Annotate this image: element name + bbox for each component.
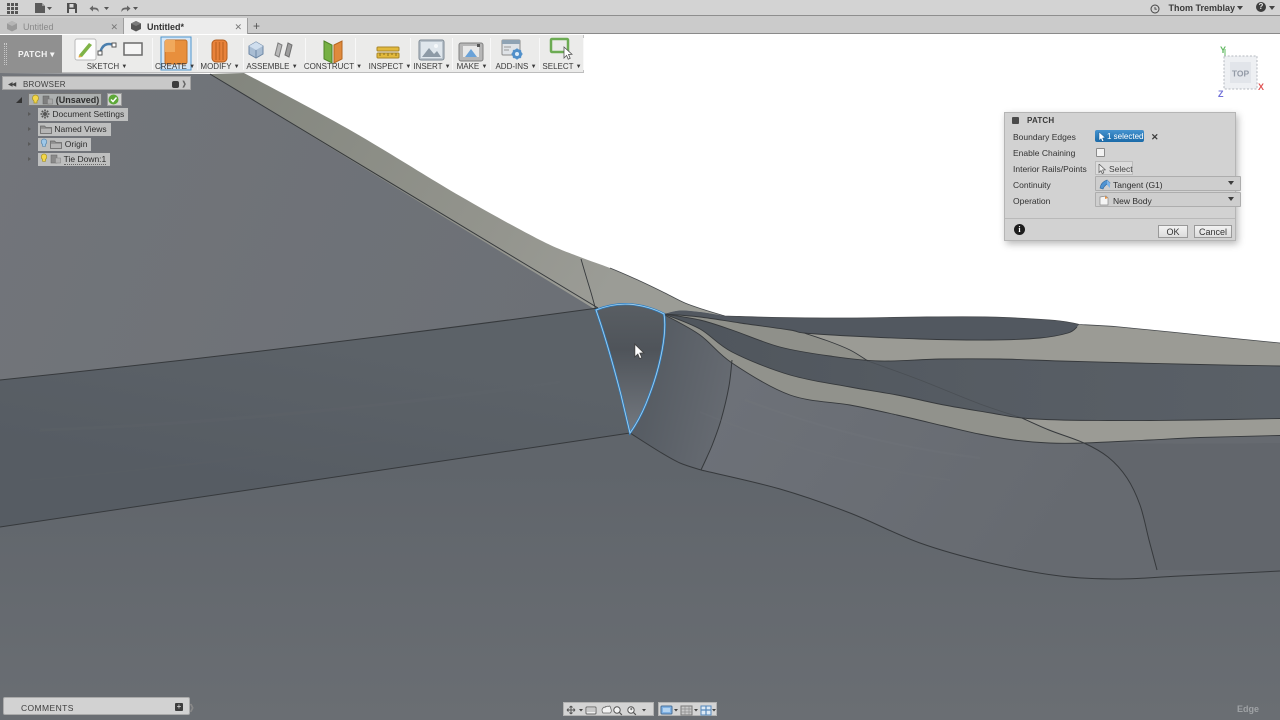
svg-text:Z: Z [1218, 89, 1224, 99]
svg-text:X: X [1258, 82, 1264, 92]
svg-text:TOP: TOP [1232, 69, 1250, 79]
